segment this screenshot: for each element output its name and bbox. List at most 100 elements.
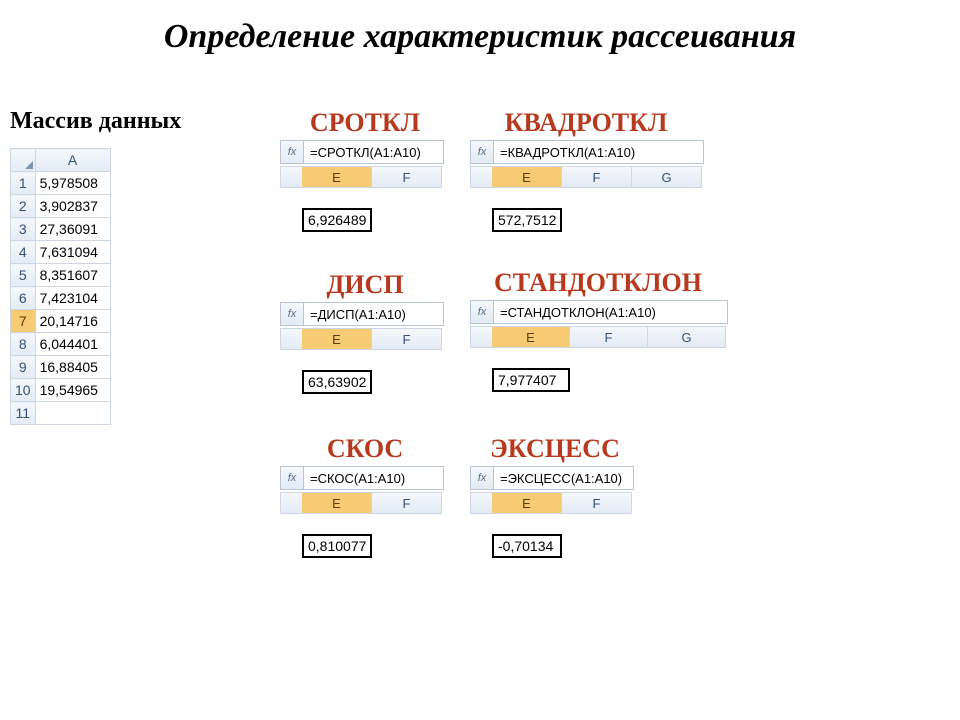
- fx-icon[interactable]: fx: [281, 467, 304, 489]
- col-header[interactable]: F: [562, 166, 632, 188]
- data-cell[interactable]: 8,351607: [35, 264, 110, 287]
- col-header[interactable]: E: [492, 492, 562, 514]
- col-header-bar: EF: [280, 492, 442, 514]
- data-cell[interactable]: 7,631094: [35, 241, 110, 264]
- formula-bar[interactable]: fx=ДИСП(A1:A10): [280, 302, 444, 326]
- col-gap: [280, 166, 302, 188]
- fx-icon[interactable]: fx: [471, 467, 494, 489]
- result-cell[interactable]: -0,70134: [492, 534, 562, 558]
- data-cell[interactable]: 3,902837: [35, 195, 110, 218]
- func-box-kvadrotkl: КВАДРОТКЛfx=КВАДРОТКЛ(A1:A10)EFG572,7512: [470, 108, 704, 232]
- col-header-bar: EFG: [470, 166, 702, 188]
- page-title: Определение характеристик рассеивания: [0, 18, 960, 56]
- result-gap: [280, 534, 302, 558]
- col-gap: [470, 166, 492, 188]
- page: Определение характеристик рассеивания Ма…: [0, 0, 960, 720]
- result-gap: [470, 534, 492, 558]
- col-header[interactable]: F: [372, 328, 442, 350]
- row-header[interactable]: 9: [11, 356, 36, 379]
- formula-text[interactable]: =СТАНДОТКЛОН(A1:A10): [494, 301, 662, 323]
- col-gap: [470, 326, 492, 348]
- col-header-bar: EF: [470, 492, 632, 514]
- row-header[interactable]: 1: [11, 172, 36, 195]
- data-cell[interactable]: 6,044401: [35, 333, 110, 356]
- fx-icon[interactable]: fx: [281, 303, 304, 325]
- col-gap: [280, 328, 302, 350]
- formula-bar[interactable]: fx=КВАДРОТКЛ(A1:A10): [470, 140, 704, 164]
- result-gap: [470, 208, 492, 232]
- col-header[interactable]: E: [302, 492, 372, 514]
- func-title: СРОТКЛ: [280, 108, 450, 138]
- formula-text[interactable]: =СКОС(A1:A10): [304, 467, 411, 489]
- func-title: КВАДРОТКЛ: [470, 108, 702, 138]
- row-header[interactable]: 3: [11, 218, 36, 241]
- col-header[interactable]: E: [492, 326, 570, 348]
- col-header[interactable]: G: [648, 326, 726, 348]
- fx-icon[interactable]: fx: [471, 141, 494, 163]
- col-header[interactable]: E: [492, 166, 562, 188]
- col-header-bar: EF: [280, 328, 442, 350]
- col-header-bar: EFG: [470, 326, 726, 348]
- func-box-skos: СКОСfx=СКОС(A1:A10)EF0,810077: [280, 434, 450, 558]
- result-row: -0,70134: [470, 534, 640, 558]
- data-cell[interactable]: 20,14716: [35, 310, 110, 333]
- data-cell[interactable]: [35, 402, 110, 425]
- formula-text[interactable]: =ЭКСЦЕСС(A1:A10): [494, 467, 628, 489]
- row-header[interactable]: 5: [11, 264, 36, 287]
- result-cell[interactable]: 0,810077: [302, 534, 372, 558]
- col-gap: [280, 492, 302, 514]
- func-box-disp: ДИСПfx=ДИСП(A1:A10)EF63,63902: [280, 270, 450, 394]
- row-header[interactable]: 10: [11, 379, 36, 402]
- select-all-corner[interactable]: [11, 149, 36, 172]
- col-header[interactable]: E: [302, 166, 372, 188]
- formula-text[interactable]: =КВАДРОТКЛ(A1:A10): [494, 141, 641, 163]
- func-box-srotkl: СРОТКЛfx=СРОТКЛ(A1:A10)EF6,926489: [280, 108, 450, 232]
- row-header[interactable]: 4: [11, 241, 36, 264]
- row-header[interactable]: 8: [11, 333, 36, 356]
- result-cell[interactable]: 63,63902: [302, 370, 372, 394]
- formula-text[interactable]: =СРОТКЛ(A1:A10): [304, 141, 427, 163]
- col-header[interactable]: F: [372, 166, 442, 188]
- col-header-a[interactable]: A: [35, 149, 110, 172]
- result-gap: [280, 370, 302, 394]
- col-header[interactable]: F: [372, 492, 442, 514]
- formula-text[interactable]: =ДИСП(A1:A10): [304, 303, 412, 325]
- data-cell[interactable]: 19,54965: [35, 379, 110, 402]
- col-header[interactable]: G: [632, 166, 702, 188]
- formula-bar[interactable]: fx=СКОС(A1:A10): [280, 466, 444, 490]
- fx-icon[interactable]: fx: [471, 301, 494, 323]
- func-box-stand: СТАНДОТКЛОНfx=СТАНДОТКЛОН(A1:A10)EFG7,97…: [470, 268, 728, 392]
- data-array-table: A 15,97850823,902837327,3609147,63109458…: [10, 148, 111, 425]
- col-header[interactable]: F: [570, 326, 648, 348]
- result-row: 6,926489: [280, 208, 450, 232]
- row-header[interactable]: 2: [11, 195, 36, 218]
- func-title: ДИСП: [280, 270, 450, 300]
- data-cell[interactable]: 7,423104: [35, 287, 110, 310]
- row-header[interactable]: 6: [11, 287, 36, 310]
- col-gap: [470, 492, 492, 514]
- result-cell[interactable]: 6,926489: [302, 208, 372, 232]
- formula-bar[interactable]: fx=СРОТКЛ(A1:A10): [280, 140, 444, 164]
- col-header[interactable]: E: [302, 328, 372, 350]
- result-row: 572,7512: [470, 208, 704, 232]
- result-gap: [470, 368, 492, 392]
- col-header-bar: EF: [280, 166, 442, 188]
- subtitle: Массив данных: [10, 108, 181, 135]
- result-cell[interactable]: 7,977407: [492, 368, 570, 392]
- col-header[interactable]: F: [562, 492, 632, 514]
- formula-bar[interactable]: fx=СТАНДОТКЛОН(A1:A10): [470, 300, 728, 324]
- data-cell[interactable]: 16,88405: [35, 356, 110, 379]
- result-row: 63,63902: [280, 370, 450, 394]
- result-row: 7,977407: [470, 368, 728, 392]
- row-header[interactable]: 11: [11, 402, 36, 425]
- fx-icon[interactable]: fx: [281, 141, 304, 163]
- func-title: СТАНДОТКЛОН: [470, 268, 726, 298]
- data-cell[interactable]: 27,36091: [35, 218, 110, 241]
- func-title: ЭКСЦЕСС: [470, 434, 640, 464]
- func-box-excess: ЭКСЦЕССfx=ЭКСЦЕСС(A1:A10)EF-0,70134: [470, 434, 640, 558]
- func-title: СКОС: [280, 434, 450, 464]
- formula-bar[interactable]: fx=ЭКСЦЕСС(A1:A10): [470, 466, 634, 490]
- data-cell[interactable]: 5,978508: [35, 172, 110, 195]
- row-header[interactable]: 7: [11, 310, 36, 333]
- result-cell[interactable]: 572,7512: [492, 208, 562, 232]
